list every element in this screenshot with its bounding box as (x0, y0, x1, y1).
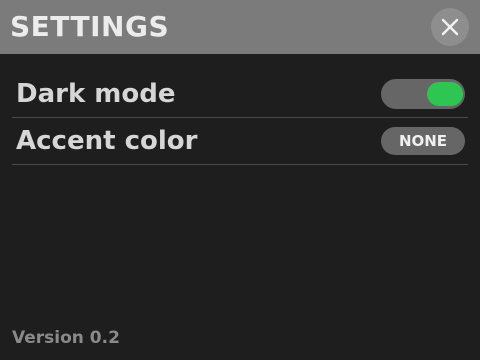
header-bar: SETTINGS (0, 0, 480, 54)
close-button[interactable] (431, 8, 469, 46)
setting-row-dark-mode: Dark mode (12, 71, 468, 118)
dark-mode-toggle[interactable] (381, 79, 465, 109)
version-label: Version 0.2 (12, 328, 120, 348)
close-icon (441, 18, 459, 36)
accent-color-button[interactable]: NONE (381, 127, 465, 155)
settings-screen: SETTINGS Dark mode Accent color NONE Ver… (0, 0, 480, 360)
page-title: SETTINGS (10, 10, 170, 43)
dark-mode-label: Dark mode (16, 79, 176, 109)
toggle-knob (427, 82, 463, 106)
accent-color-label: Accent color (16, 126, 198, 156)
setting-row-accent-color: Accent color NONE (12, 118, 468, 165)
